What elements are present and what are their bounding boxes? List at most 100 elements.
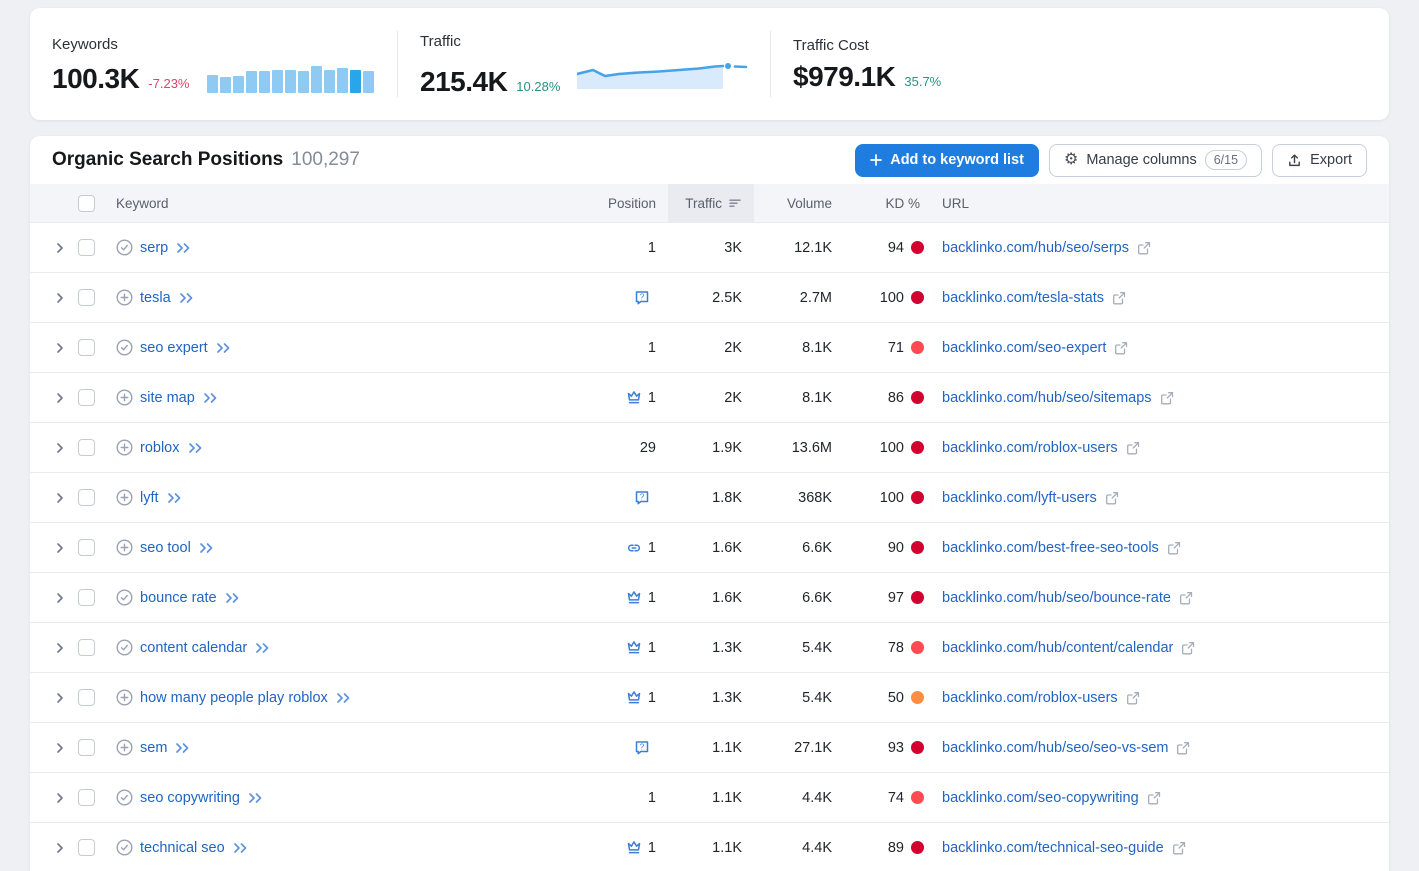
- external-link-icon[interactable]: [1181, 641, 1195, 655]
- row-checkbox[interactable]: [78, 389, 95, 406]
- traffic-value: 1.1K: [668, 790, 754, 806]
- external-link-icon[interactable]: [1179, 591, 1193, 605]
- external-link-icon[interactable]: [1160, 391, 1174, 405]
- external-link-icon[interactable]: [1105, 491, 1119, 505]
- external-link-icon[interactable]: [1172, 841, 1186, 855]
- volume-value: 6.6K: [754, 540, 844, 556]
- external-link-icon[interactable]: [1176, 741, 1190, 755]
- double-chevron-icon[interactable]: [202, 392, 219, 404]
- table-header-row: Keyword Position Traffic Volume KD % URL: [30, 184, 1389, 222]
- external-link-icon[interactable]: [1114, 341, 1128, 355]
- url-link[interactable]: backlinko.com/technical-seo-guide: [942, 840, 1164, 856]
- keyword-link[interactable]: lyft: [140, 490, 159, 506]
- expand-row-chevron-icon[interactable]: [54, 442, 66, 454]
- row-checkbox[interactable]: [78, 589, 95, 606]
- double-chevron-icon[interactable]: [215, 342, 232, 354]
- url-link[interactable]: backlinko.com/lyft-users: [942, 490, 1097, 506]
- add-to-keyword-list-button[interactable]: Add to keyword list: [855, 144, 1039, 177]
- keyword-link[interactable]: site map: [140, 390, 195, 406]
- header-keyword: Keyword: [106, 196, 518, 211]
- row-checkbox[interactable]: [78, 239, 95, 256]
- url-link[interactable]: backlinko.com/best-free-seo-tools: [942, 540, 1159, 556]
- url-link[interactable]: backlinko.com/hub/seo/serps: [942, 240, 1129, 256]
- double-chevron-icon[interactable]: [174, 742, 191, 754]
- expand-row-chevron-icon[interactable]: [54, 392, 66, 404]
- row-checkbox[interactable]: [78, 789, 95, 806]
- plus-circle-icon: [116, 289, 133, 306]
- row-checkbox[interactable]: [78, 439, 95, 456]
- expand-row-chevron-icon[interactable]: [54, 342, 66, 354]
- double-chevron-icon[interactable]: [247, 792, 264, 804]
- header-position[interactable]: Position: [518, 196, 668, 211]
- header-traffic[interactable]: Traffic: [668, 184, 754, 222]
- keyword-link[interactable]: bounce rate: [140, 590, 217, 606]
- expand-row-chevron-icon[interactable]: [54, 692, 66, 704]
- expand-row-chevron-icon[interactable]: [54, 792, 66, 804]
- manage-columns-button[interactable]: ⚙ Manage columns 6/15: [1049, 144, 1262, 177]
- url-link[interactable]: backlinko.com/tesla-stats: [942, 290, 1104, 306]
- row-checkbox[interactable]: [78, 539, 95, 556]
- row-checkbox[interactable]: [78, 489, 95, 506]
- double-chevron-icon[interactable]: [254, 642, 271, 654]
- double-chevron-icon[interactable]: [175, 242, 192, 254]
- volume-value: 6.6K: [754, 590, 844, 606]
- external-link-icon[interactable]: [1137, 241, 1151, 255]
- url-link[interactable]: backlinko.com/hub/seo/seo-vs-sem: [942, 740, 1168, 756]
- row-checkbox[interactable]: [78, 689, 95, 706]
- external-link-icon[interactable]: [1126, 441, 1140, 455]
- url-link[interactable]: backlinko.com/hub/seo/sitemaps: [942, 390, 1152, 406]
- double-chevron-icon[interactable]: [232, 842, 249, 854]
- header-volume[interactable]: Volume: [754, 196, 844, 211]
- row-checkbox[interactable]: [78, 639, 95, 656]
- page-title: Organic Search Positions 100,297: [52, 149, 360, 171]
- keyword-link[interactable]: tesla: [140, 290, 171, 306]
- keyword-link[interactable]: roblox: [140, 440, 180, 456]
- external-link-icon[interactable]: [1167, 541, 1181, 555]
- traffic-value: 1.1K: [668, 840, 754, 856]
- expand-row-chevron-icon[interactable]: [54, 592, 66, 604]
- url-link[interactable]: backlinko.com/seo-expert: [942, 340, 1106, 356]
- keyword-link[interactable]: seo copywriting: [140, 790, 240, 806]
- row-checkbox[interactable]: [78, 289, 95, 306]
- double-chevron-icon[interactable]: [335, 692, 352, 704]
- external-link-icon[interactable]: [1147, 791, 1161, 805]
- url-link[interactable]: backlinko.com/hub/seo/bounce-rate: [942, 590, 1171, 606]
- expand-row-chevron-icon[interactable]: [54, 842, 66, 854]
- external-link-icon[interactable]: [1112, 291, 1126, 305]
- expand-row-chevron-icon[interactable]: [54, 242, 66, 254]
- select-all-checkbox[interactable]: [78, 195, 95, 212]
- table-row: sem ? 1.1K 27.1K 93 backlinko.com/hub/se…: [30, 722, 1389, 772]
- keyword-link[interactable]: content calendar: [140, 640, 247, 656]
- table-row: bounce rate ? 1 1.6K 6.6K 97 backlinko.c…: [30, 572, 1389, 622]
- plus-circle-icon: [116, 539, 133, 556]
- header-kd[interactable]: KD %: [844, 196, 930, 211]
- row-checkbox[interactable]: [78, 339, 95, 356]
- keyword-link[interactable]: seo expert: [140, 340, 208, 356]
- row-checkbox[interactable]: [78, 739, 95, 756]
- expand-row-chevron-icon[interactable]: [54, 292, 66, 304]
- external-link-icon[interactable]: [1126, 691, 1140, 705]
- keyword-link[interactable]: serp: [140, 240, 168, 256]
- traffic-sparkline-chart: [577, 59, 749, 91]
- table-toolbar: Organic Search Positions 100,297 Add to …: [30, 136, 1389, 184]
- expand-row-chevron-icon[interactable]: [54, 542, 66, 554]
- double-chevron-icon[interactable]: [166, 492, 183, 504]
- add-button-label: Add to keyword list: [890, 152, 1024, 168]
- row-checkbox[interactable]: [78, 839, 95, 856]
- double-chevron-icon[interactable]: [224, 592, 241, 604]
- expand-row-chevron-icon[interactable]: [54, 492, 66, 504]
- keyword-link[interactable]: sem: [140, 740, 167, 756]
- double-chevron-icon[interactable]: [187, 442, 204, 454]
- url-link[interactable]: backlinko.com/hub/content/calendar: [942, 640, 1173, 656]
- url-link[interactable]: backlinko.com/roblox-users: [942, 440, 1118, 456]
- double-chevron-icon[interactable]: [198, 542, 215, 554]
- export-button[interactable]: Export: [1272, 144, 1367, 177]
- expand-row-chevron-icon[interactable]: [54, 742, 66, 754]
- keyword-link[interactable]: how many people play roblox: [140, 690, 328, 706]
- expand-row-chevron-icon[interactable]: [54, 642, 66, 654]
- keyword-link[interactable]: seo tool: [140, 540, 191, 556]
- double-chevron-icon[interactable]: [178, 292, 195, 304]
- url-link[interactable]: backlinko.com/seo-copywriting: [942, 790, 1139, 806]
- url-link[interactable]: backlinko.com/roblox-users: [942, 690, 1118, 706]
- keyword-link[interactable]: technical seo: [140, 840, 225, 856]
